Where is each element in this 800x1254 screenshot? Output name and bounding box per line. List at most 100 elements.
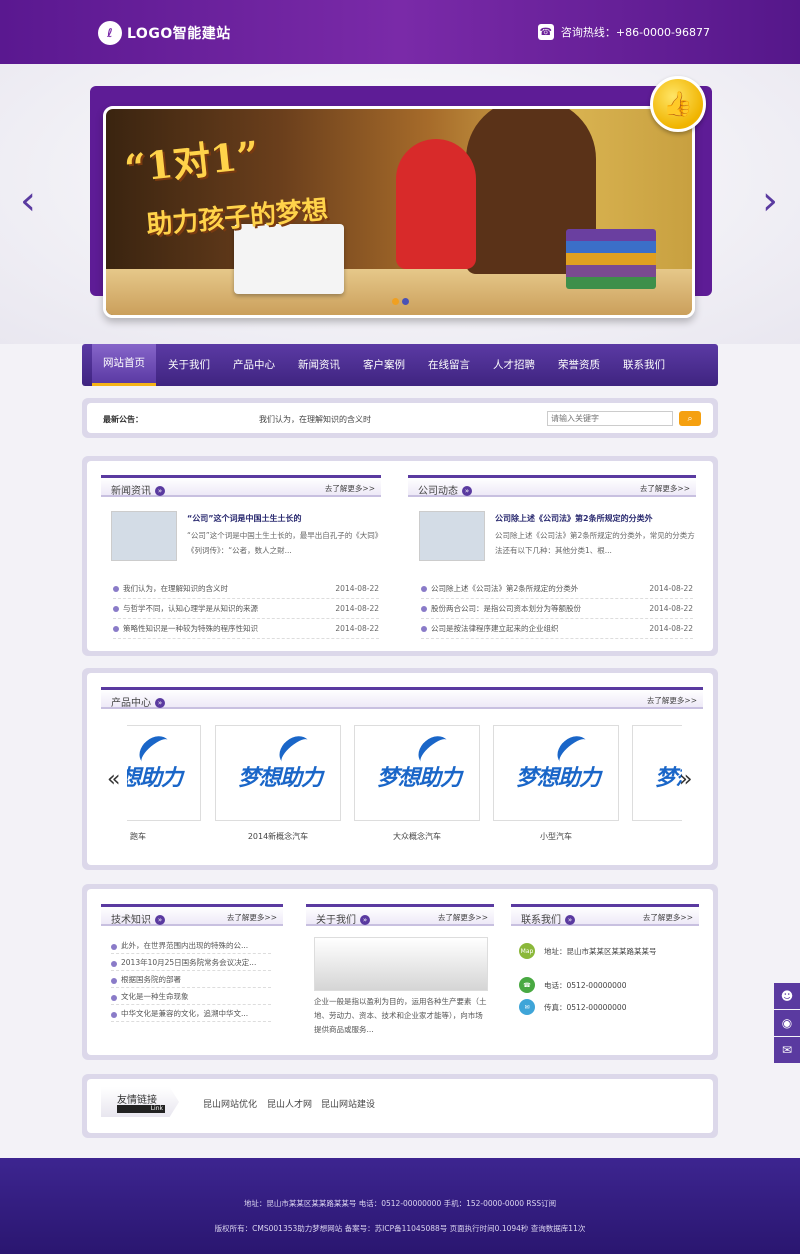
circle-arrow-icon: » xyxy=(155,486,165,496)
banner-prev-arrow[interactable]: ‹ xyxy=(18,181,38,221)
footer-address-line: 地址：昆山市某某区某某路某某号 电话：0512-00000000 手机：152-… xyxy=(243,1199,557,1208)
nav-item-home[interactable]: 网站首页 xyxy=(92,344,156,386)
friend-link[interactable]: 昆山人才网 xyxy=(267,1097,312,1110)
about-more-link[interactable]: 去了解更多>> xyxy=(438,912,488,923)
nav-item-honors[interactable]: 荣誉资质 xyxy=(547,344,611,386)
list-item[interactable]: 此外，在世界范围内出现的特殊的公... xyxy=(111,937,271,954)
product-name[interactable]: 小型汽车 xyxy=(493,831,619,842)
product-card[interactable]: 梦想助力 xyxy=(354,725,480,821)
notice-text[interactable]: 我们认为，在理解知识的含义时 xyxy=(259,414,371,425)
search-input[interactable] xyxy=(547,411,673,426)
banner-slogan-graphic: “1对1” xyxy=(122,132,261,191)
nav-item-cases[interactable]: 客户案例 xyxy=(352,344,416,386)
notice-bar: 最新公告： 我们认为，在理解知识的含义时 ⌕ xyxy=(82,398,718,438)
list-item[interactable]: 根据国务院的部署 xyxy=(111,971,271,988)
qq-icon[interactable]: ◉ xyxy=(774,1010,800,1036)
list-item[interactable]: 我们认为，在理解知识的含义时 2014-08-22 xyxy=(113,579,379,599)
banner-next-arrow[interactable]: › xyxy=(760,181,780,221)
banner-dot[interactable] xyxy=(392,298,399,305)
list-item[interactable]: 2013年10月25日国务院常务会议决定... xyxy=(111,954,271,971)
notice-label: 最新公告： xyxy=(103,415,143,424)
nav-item-contact[interactable]: 联系我们 xyxy=(612,344,676,386)
product-logo: 梦想助力 xyxy=(377,766,462,791)
search-icon: ⌕ xyxy=(687,413,693,423)
list-item[interactable]: 策略性知识是一种较为特殊的程序性知识 2014-08-22 xyxy=(113,619,379,639)
news-header: 新闻资讯» 去了解更多>> xyxy=(101,475,381,497)
list-item[interactable]: 公司是按法律程序建立起来的企业组织 2014-08-22 xyxy=(421,619,693,639)
links-panel: 友情链接 Link 昆山网站优化 昆山人才网 昆山网站建设 xyxy=(82,1074,718,1138)
hotline: ☎ 咨询热线：+86-0000-96877 xyxy=(537,24,710,40)
nav-item-products[interactable]: 产品中心 xyxy=(222,344,286,386)
list-item[interactable]: 公司除上述《公司法》第2条所规定的分类外 2014-08-22 xyxy=(421,579,693,599)
friend-link[interactable]: 昆山网站优化 xyxy=(203,1097,257,1110)
products-next-arrow[interactable]: » xyxy=(679,767,692,792)
phone-icon: ☎ xyxy=(537,24,554,40)
nav-item-message[interactable]: 在线留言 xyxy=(417,344,481,386)
tech-header: 技术知识» 去了解更多>> xyxy=(101,904,283,926)
product-card[interactable]: 梦想助力 xyxy=(215,725,341,821)
news-title: 新闻资讯» xyxy=(111,482,165,497)
contact-header: 联系我们» 去了解更多>> xyxy=(511,904,699,926)
banner-books-decor xyxy=(566,229,656,289)
news-panel-inner: 新闻资讯» 去了解更多>> “公司”这个词是中国土生土长的 “公司”这个词是中国… xyxy=(87,461,713,651)
map-icon: Map xyxy=(519,943,535,959)
list-item[interactable]: 中华文化是兼容的文化，追溯中华文... xyxy=(111,1005,271,1022)
tech-more-link[interactable]: 去了解更多>> xyxy=(227,912,277,923)
info-panel: 技术知识» 去了解更多>> 此外，在世界范围内出现的特殊的公... 2013年1… xyxy=(82,884,718,1060)
product-card[interactable]: 梦想助力 xyxy=(632,725,682,821)
tech-title: 技术知识» xyxy=(111,911,165,926)
site-logo[interactable]: ℓ LOGO智能建站 xyxy=(98,21,231,45)
company-more-link[interactable]: 去了解更多>> xyxy=(640,483,690,494)
products-carousel: 梦想助力 跑车 梦想助力 2014新概念汽车 梦想助力 大众概念汽车 梦想助力 … xyxy=(127,673,682,863)
news-feature-image[interactable] xyxy=(111,511,177,561)
product-logo: 梦想助力 xyxy=(516,766,601,791)
contact-column: 联系我们» 去了解更多>> Map 地址：昆山市某某区某某路某某号 ☎ 电话：0… xyxy=(511,889,701,1055)
circle-arrow-icon: » xyxy=(462,486,472,496)
nav-item-news[interactable]: 新闻资讯 xyxy=(287,344,351,386)
site-header: ℓ LOGO智能建站 ☎ 咨询热线：+86-0000-96877 xyxy=(0,0,800,64)
product-logo: 梦想助力 xyxy=(238,766,323,791)
banner-laptop-decor xyxy=(234,224,344,294)
product-name[interactable]: 大众概念汽车 xyxy=(354,831,480,842)
nav-item-about[interactable]: 关于我们 xyxy=(157,344,221,386)
links-title: 友情链接 xyxy=(117,1095,157,1106)
footer-copyright-line: 版权所有：CMS001353助力梦想网站 备案号：苏ICP备11045088号 … xyxy=(214,1224,586,1233)
news-list: 我们认为，在理解知识的含义时 2014-08-22 与哲学不同，认知心理学是从知识… xyxy=(113,579,379,639)
banner-girl-decor xyxy=(396,139,476,269)
wechat-icon[interactable]: ✉ xyxy=(774,1037,800,1063)
contact-more-link[interactable]: 去了解更多>> xyxy=(643,912,693,923)
info-panel-inner: 技术知识» 去了解更多>> 此外，在世界范围内出现的特殊的公... 2013年1… xyxy=(87,889,713,1055)
company-list: 公司除上述《公司法》第2条所规定的分类外 2014-08-22 股份两合公司：是指… xyxy=(421,579,693,639)
product-card[interactable]: 梦想助力 xyxy=(127,725,201,821)
news-feature-title[interactable]: “公司”这个词是中国土生土长的 xyxy=(187,513,387,524)
list-item[interactable]: 与哲学不同，认知心理学是从知识的来源 2014-08-22 xyxy=(113,599,379,619)
company-feature-image[interactable] xyxy=(419,511,485,561)
product-name[interactable]: 2014新概念汽车 xyxy=(215,831,341,842)
thumbs-up-icon: 👍 xyxy=(650,76,706,132)
product-logo: 梦想助力 xyxy=(127,766,183,791)
list-item[interactable]: 文化是一种生命现象 xyxy=(111,988,271,1005)
news-more-link[interactable]: 去了解更多>> xyxy=(325,483,375,494)
nav-item-jobs[interactable]: 人才招聘 xyxy=(482,344,546,386)
friend-link[interactable]: 昆山网站建设 xyxy=(321,1097,375,1110)
about-title: 关于我们» xyxy=(316,911,370,926)
company-feature-title[interactable]: 公司除上述《公司法》第2条所规定的分类外 xyxy=(495,513,695,524)
banner-dot[interactable] xyxy=(402,298,409,305)
banner-image[interactable]: “1对1” 助力孩子的梦想 xyxy=(103,106,695,318)
notice-inner: 最新公告： 我们认为，在理解知识的含义时 ⌕ xyxy=(87,403,713,433)
circle-arrow-icon: » xyxy=(360,915,370,925)
side-float-toolbar: ☻ ◉ ✉ xyxy=(774,983,800,1064)
list-item[interactable]: 股份两合公司：是指公司资本划分为等额股份 2014-08-22 xyxy=(421,599,693,619)
news-feature-desc: “公司”这个词是中国土生土长的，最早出自孔子的《大同》《列词传》：“公者，数人之… xyxy=(187,531,383,555)
company-header: 公司动态» 去了解更多>> xyxy=(408,475,696,497)
logo-mark-icon: ℓ xyxy=(98,21,122,45)
product-card[interactable]: 梦想助力 xyxy=(493,725,619,821)
products-prev-arrow[interactable]: « xyxy=(107,767,120,792)
hotline-text: 咨询热线：+86-0000-96877 xyxy=(560,26,710,39)
about-image xyxy=(314,937,488,991)
search-button[interactable]: ⌕ xyxy=(679,411,701,426)
online-service-icon[interactable]: ☻ xyxy=(774,983,800,1009)
product-name[interactable]: 跑车 xyxy=(127,831,201,842)
contact-address: Map 地址：昆山市某某区某某路某某号 xyxy=(519,943,657,959)
tech-list: 此外，在世界范围内出现的特殊的公... 2013年10月25日国务院常务会议决定… xyxy=(111,937,271,1022)
